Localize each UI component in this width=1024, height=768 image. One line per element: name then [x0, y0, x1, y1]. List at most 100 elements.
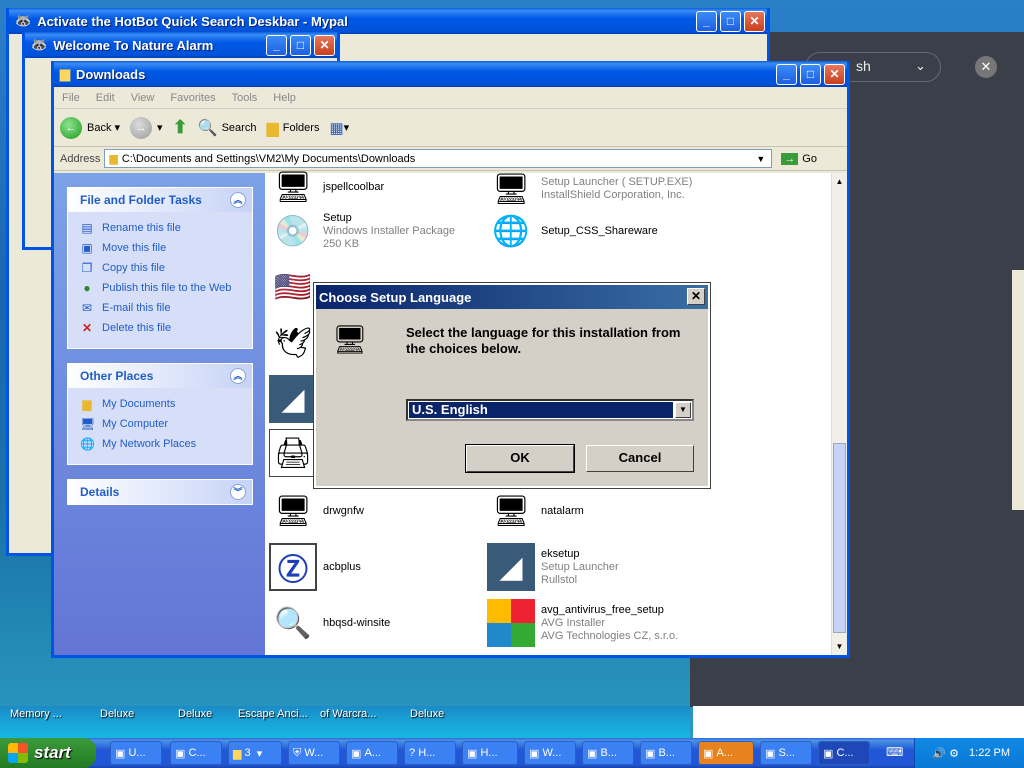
address-dropdown-icon[interactable]: ▼ [756, 154, 765, 164]
place-label: My Network Places [102, 438, 197, 450]
place-my-documents[interactable]: ▆ My Documents [68, 394, 252, 414]
task-copy[interactable]: ❐ Copy this file [68, 258, 252, 278]
minimize-button[interactable]: _ [696, 11, 717, 32]
file-item[interactable]: avg_antivirus_free_setup AVG Installer AVG… [487, 599, 678, 647]
taskbar-button[interactable]: ▣ H... [462, 741, 518, 765]
folders-button[interactable]: ▆ Folders [266, 118, 319, 138]
desktop-icon-label[interactable]: Memory ... [10, 708, 62, 720]
dove-icon: 🕊 [273, 326, 313, 360]
app-icon: ▣ [645, 747, 659, 760]
maximize-button[interactable]: □ [720, 11, 741, 32]
task-rename[interactable]: ▤ Rename this file [68, 218, 252, 238]
collapse-icon[interactable]: ︽ [230, 192, 246, 208]
taskbar-button[interactable]: ▣ S... [760, 741, 812, 765]
vertical-scrollbar[interactable]: ▲ ▼ [831, 173, 847, 655]
task-publish[interactable]: ● Publish this file to the Web [68, 278, 252, 298]
taskbar-button-active[interactable]: ▣ C... [818, 741, 870, 765]
file-item[interactable]: ◢ eksetup Setup Launcher Rullstol [487, 543, 619, 591]
scroll-down-icon[interactable]: ▼ [832, 642, 847, 651]
task-delete[interactable]: ✕ Delete this file [68, 318, 252, 338]
desktop-icon-label[interactable]: Deluxe [100, 708, 134, 720]
keyboard-icon[interactable]: ⌨ [886, 745, 903, 759]
minimize-button[interactable]: _ [266, 35, 287, 56]
delete-icon: ✕ [81, 321, 93, 335]
file-item[interactable]: 🖥 natalarm [487, 487, 584, 535]
details-panel: Details ︾ [67, 479, 253, 505]
taskbar-button-label: H... [418, 747, 436, 759]
taskbar-button[interactable]: ▣ B... [640, 741, 692, 765]
file-name: avg_antivirus_free_setup [541, 603, 664, 616]
dialog-message: Select the language for this installatio… [406, 325, 681, 356]
taskbar-button[interactable]: ? H... [404, 741, 456, 765]
search-button[interactable]: 🔍 Search [198, 118, 257, 138]
views-button[interactable]: ▦ ▾ [329, 119, 349, 137]
close-button[interactable]: ✕ [314, 35, 335, 56]
panel-header[interactable]: Other Places ︽ [68, 364, 252, 388]
dialog-titlebar[interactable]: Choose Setup Language ✕ [316, 285, 708, 309]
setup-language-dialog: Choose Setup Language ✕ 🖥 Select the lan… [313, 282, 711, 489]
task-move[interactable]: ▣ Move this file [68, 238, 252, 258]
taskbar-group-button[interactable]: ▆ 3 ▾ [228, 741, 282, 765]
up-folder-button[interactable]: ⬆ [173, 117, 188, 138]
forward-button[interactable]: → ▾ [130, 116, 163, 139]
task-email[interactable]: ✉ E-mail this file [68, 298, 252, 318]
alarm-titlebar[interactable]: 🦝 Welcome To Nature Alarm _ □ ✕ [25, 32, 337, 58]
close-icon[interactable]: ✕ [975, 56, 997, 78]
taskbar-button[interactable]: ▣ U... [110, 741, 162, 765]
file-item[interactable]: 🖥 Setup Launcher ( SETUP.EXE) InstallShie… [487, 165, 692, 213]
file-item[interactable]: 🌐 Setup_CSS_Shareware [487, 207, 657, 255]
taskbar-button[interactable]: ▣ A... [346, 741, 398, 765]
menu-file[interactable]: File [54, 92, 88, 104]
folders-label: Folders [282, 121, 320, 134]
expand-icon[interactable]: ︾ [230, 484, 246, 500]
file-detail: AVG Technologies CZ, s.r.o. [541, 629, 679, 642]
taskbar-button[interactable]: ⛨ W... [288, 741, 340, 765]
panel-header[interactable]: File and Folder Tasks ︽ [68, 188, 252, 212]
taskbar-button[interactable]: ▣ W... [524, 741, 576, 765]
dialog-close-button[interactable]: ✕ [687, 288, 705, 305]
go-button[interactable]: → Go [781, 152, 817, 165]
start-button[interactable]: start [0, 738, 96, 768]
taskbar-button[interactable]: ▣ C... [170, 741, 222, 765]
desktop-icon-label[interactable]: of Warcra... [320, 708, 376, 720]
system-tray: 🔊 ⚙ 1:22 PM [914, 738, 1024, 768]
file-name: Setup [323, 211, 352, 224]
chevron-down-icon[interactable]: ⌄ [915, 58, 926, 74]
scroll-thumb[interactable] [833, 443, 846, 633]
cancel-button[interactable]: Cancel [586, 445, 694, 472]
taskbar-button[interactable]: ▣ A... [698, 741, 754, 765]
menu-favorites[interactable]: Favorites [162, 92, 223, 104]
dropdown-arrow-icon[interactable]: ▼ [675, 402, 691, 418]
close-button[interactable]: ✕ [744, 11, 765, 32]
maximize-button[interactable]: □ [290, 35, 311, 56]
maximize-button[interactable]: □ [800, 64, 821, 85]
hotbot-titlebar[interactable]: 🦝 Activate the HotBot Quick Search Deskb… [9, 8, 767, 34]
explorer-titlebar[interactable]: ▆ Downloads _ □ ✕ [54, 61, 847, 87]
language-select[interactable]: U.S. English ▼ [406, 399, 694, 421]
folder-icon: ▆ [82, 397, 92, 411]
menu-edit[interactable]: Edit [88, 92, 123, 104]
minimize-button[interactable]: _ [776, 64, 797, 85]
menu-help[interactable]: Help [265, 92, 304, 104]
desktop-icon-label[interactable]: Deluxe [410, 708, 444, 720]
file-item[interactable]: 💿 Setup Windows Installer Package 250 KB [269, 207, 455, 255]
collapse-icon[interactable]: ︽ [230, 368, 246, 384]
taskbar-button[interactable]: ▣ B... [582, 741, 634, 765]
back-button[interactable]: ← Back ▾ [60, 116, 120, 139]
file-item[interactable]: Ⓩ acbplus [269, 543, 361, 591]
menu-view[interactable]: View [123, 92, 163, 104]
menu-tools[interactable]: Tools [224, 92, 266, 104]
desktop-icon-label[interactable]: Escape Anci... [238, 708, 308, 720]
place-my-computer[interactable]: 🖥 My Computer [68, 414, 252, 434]
close-button[interactable]: ✕ [824, 64, 845, 85]
computer-icon: 🖥 [80, 417, 96, 431]
panel-header[interactable]: Details ︾ [68, 480, 252, 504]
file-item[interactable]: 🖥 jspellcoolbar [269, 163, 384, 211]
ok-button[interactable]: OK [465, 444, 575, 473]
desktop-icon-label[interactable]: Deluxe [178, 708, 212, 720]
file-item[interactable]: 🖥 drwgnfw [269, 487, 364, 535]
place-my-network-places[interactable]: 🌐 My Network Places [68, 434, 252, 454]
file-item[interactable]: 🔍 hbqsd-winsite [269, 599, 390, 647]
tray-icons[interactable]: 🔊 ⚙ [932, 747, 959, 760]
scroll-up-icon[interactable]: ▲ [832, 173, 847, 186]
